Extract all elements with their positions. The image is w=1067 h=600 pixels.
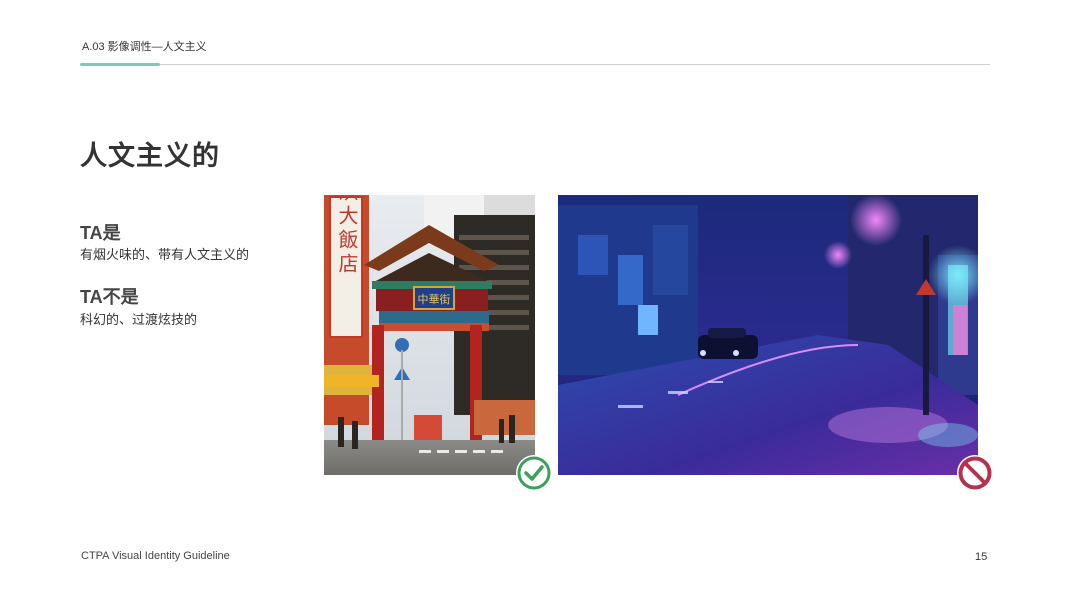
is-not-description: 科幻的、过渡炫技的	[80, 312, 198, 327]
is-not-heading: TA不是	[80, 287, 139, 307]
vertical-sign-text: 横浜大飯店	[335, 195, 358, 277]
page-number: 15	[975, 551, 988, 563]
gate-plaque-text: 中華街	[418, 292, 451, 306]
page-title: 人文主义的	[80, 141, 220, 171]
neon-street-photo	[558, 194, 988, 475]
header-divider	[80, 64, 990, 65]
is-heading: TA是	[80, 223, 121, 243]
check-icon	[515, 454, 553, 497]
prohibited-icon	[956, 454, 994, 497]
is-description: 有烟火味的、带有人文主义的	[80, 247, 250, 262]
chinatown-gate-photo: 横浜大飯店 中華街	[324, 157, 535, 475]
section-label: A.03 影像调性—人文主义	[82, 41, 207, 53]
header-accent-bar	[80, 63, 160, 66]
footer-guideline: CTPA Visual Identity Guideline	[81, 550, 230, 562]
